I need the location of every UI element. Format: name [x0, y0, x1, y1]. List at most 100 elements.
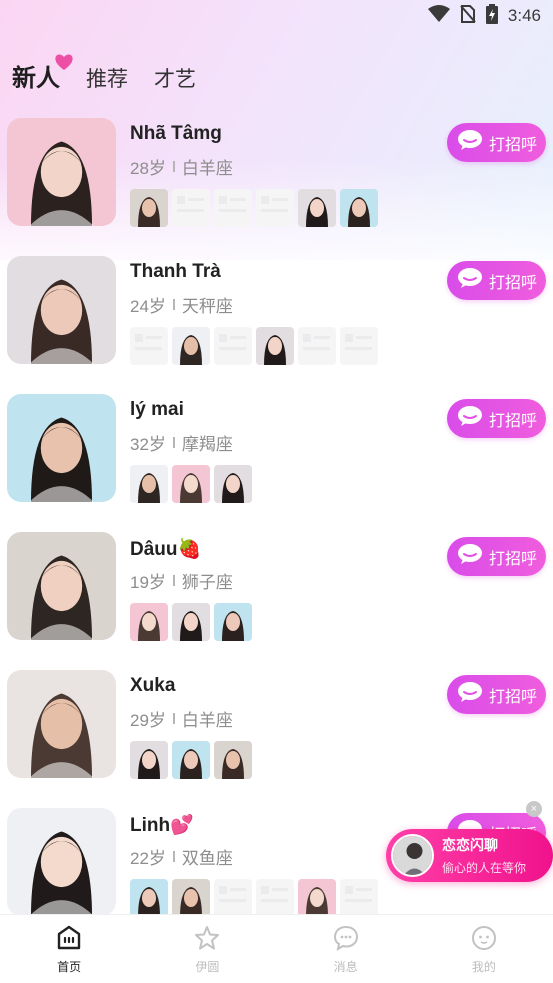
photo-thumbnail[interactable]: [130, 741, 168, 779]
no-sim-icon: [460, 4, 476, 28]
user-row[interactable]: Xuka 29岁 白羊座 打招呼: [0, 670, 553, 808]
photo-thumbnail[interactable]: [130, 603, 168, 641]
status-bar: 3:46: [0, 0, 553, 32]
photo-thumbnail[interactable]: [298, 189, 336, 227]
greet-button[interactable]: 打招呼: [447, 399, 546, 438]
top-tabs: 新人 推荐 才艺: [12, 54, 196, 93]
user-name: Linh💕: [130, 815, 194, 836]
user-meta: 32岁 摩羯座: [130, 430, 233, 455]
photo-placeholder[interactable]: [340, 327, 378, 365]
greet-button[interactable]: 打招呼: [447, 537, 546, 576]
nav-garden[interactable]: 伊圆: [138, 915, 276, 983]
photo-thumbnail[interactable]: [172, 879, 210, 917]
nav-messages-label: 消息: [333, 960, 358, 974]
flash-chat-avatar: [391, 834, 434, 877]
photo-strip: [130, 603, 252, 641]
greet-label: 打招呼: [489, 688, 538, 706]
photo-thumbnail[interactable]: [172, 327, 210, 365]
chat-bubble-icon: [457, 543, 483, 570]
user-meta: 22岁 双鱼座: [130, 844, 233, 869]
user-name: Nhã Tâmg: [130, 123, 222, 144]
nav-mine[interactable]: 我的: [415, 915, 553, 983]
user-age: 22岁: [130, 849, 166, 868]
flash-chat-card[interactable]: 恋恋闪聊 偷心的人在等你: [386, 829, 553, 882]
photo-thumbnail[interactable]: [130, 879, 168, 917]
avatar[interactable]: [7, 532, 116, 640]
photo-thumbnail[interactable]: [256, 327, 294, 365]
photo-thumbnail[interactable]: [172, 603, 210, 641]
avatar[interactable]: [7, 118, 116, 226]
user-name: lý mai: [130, 399, 184, 420]
tab-recommend[interactable]: 推荐: [86, 63, 128, 93]
close-icon[interactable]: ×: [526, 801, 542, 817]
nav-garden-label: 伊圆: [195, 960, 220, 974]
user-zodiac: 白羊座: [181, 159, 233, 178]
star-icon: [194, 925, 220, 956]
bottom-nav: 首页 伊圆 消息 我的: [0, 914, 553, 983]
greet-button[interactable]: 打招呼: [447, 675, 546, 714]
photo-strip: [130, 741, 252, 779]
user-meta: 19岁 狮子座: [130, 568, 233, 593]
photo-thumbnail[interactable]: [130, 189, 168, 227]
nav-home[interactable]: 首页: [0, 915, 138, 983]
photo-placeholder[interactable]: [214, 327, 252, 365]
chat-bubble-icon: [457, 129, 483, 156]
user-name: Xuka: [130, 675, 176, 696]
photo-strip: [130, 465, 252, 503]
chat-bubble-icon: [457, 681, 483, 708]
user-zodiac: 双鱼座: [181, 849, 233, 868]
photo-placeholder[interactable]: [130, 327, 168, 365]
status-time: 3:46: [507, 6, 541, 25]
user-zodiac: 狮子座: [181, 573, 233, 592]
user-meta: 29岁 白羊座: [130, 706, 233, 731]
photo-thumbnail[interactable]: [172, 741, 210, 779]
photo-thumbnail[interactable]: [340, 189, 378, 227]
photo-placeholder[interactable]: [214, 189, 252, 227]
photo-thumbnail[interactable]: [298, 879, 336, 917]
photo-placeholder[interactable]: [340, 879, 378, 917]
user-meta: 28岁 白羊座: [130, 154, 233, 179]
photo-placeholder[interactable]: [172, 189, 210, 227]
divider: [172, 437, 175, 448]
greet-button[interactable]: 打招呼: [447, 123, 546, 162]
photo-thumbnail[interactable]: [214, 603, 252, 641]
nav-messages[interactable]: 消息: [277, 915, 415, 983]
photo-thumbnail[interactable]: [214, 465, 252, 503]
user-row[interactable]: Nhã Tâmg 28岁 白羊座 打招呼: [0, 118, 553, 256]
avatar[interactable]: [7, 670, 116, 778]
user-list: Nhã Tâmg 28岁 白羊座 打招呼 Thanh Trà 24岁 天秤座 打招呼 lý …: [0, 118, 553, 946]
user-zodiac: 白羊座: [181, 711, 233, 730]
home-icon: [56, 925, 82, 956]
greet-label: 打招呼: [489, 136, 538, 154]
divider: [172, 161, 175, 172]
user-age: 19岁: [130, 573, 166, 592]
tab-talent[interactable]: 才艺: [154, 63, 196, 93]
user-meta: 24岁 天秤座: [130, 292, 233, 317]
divider: [172, 713, 175, 724]
photo-placeholder[interactable]: [214, 879, 252, 917]
photo-strip: [130, 327, 378, 365]
flash-chat-subtitle: 偷心的人在等你: [442, 861, 527, 875]
avatar[interactable]: [7, 808, 116, 916]
greet-label: 打招呼: [489, 274, 538, 292]
avatar[interactable]: [7, 394, 116, 502]
greet-button[interactable]: 打招呼: [447, 261, 546, 300]
user-row[interactable]: Dâuu🍓 19岁 狮子座 打招呼: [0, 532, 553, 670]
user-age: 28岁: [130, 159, 166, 178]
photo-thumbnail[interactable]: [172, 465, 210, 503]
user-name: Thanh Trà: [130, 261, 221, 282]
photo-thumbnail[interactable]: [214, 741, 252, 779]
divider: [172, 851, 175, 862]
photo-placeholder[interactable]: [256, 879, 294, 917]
tab-new[interactable]: 新人: [12, 54, 73, 93]
tab-new-label: 新人: [12, 65, 60, 92]
photo-placeholder[interactable]: [256, 189, 294, 227]
profile-icon: [471, 925, 497, 956]
photo-placeholder[interactable]: [298, 327, 336, 365]
avatar[interactable]: [7, 256, 116, 364]
user-row[interactable]: lý mai 32岁 摩羯座 打招呼: [0, 394, 553, 532]
greet-label: 打招呼: [489, 550, 538, 568]
photo-thumbnail[interactable]: [130, 465, 168, 503]
user-age: 32岁: [130, 435, 166, 454]
user-row[interactable]: Thanh Trà 24岁 天秤座 打招呼: [0, 256, 553, 394]
